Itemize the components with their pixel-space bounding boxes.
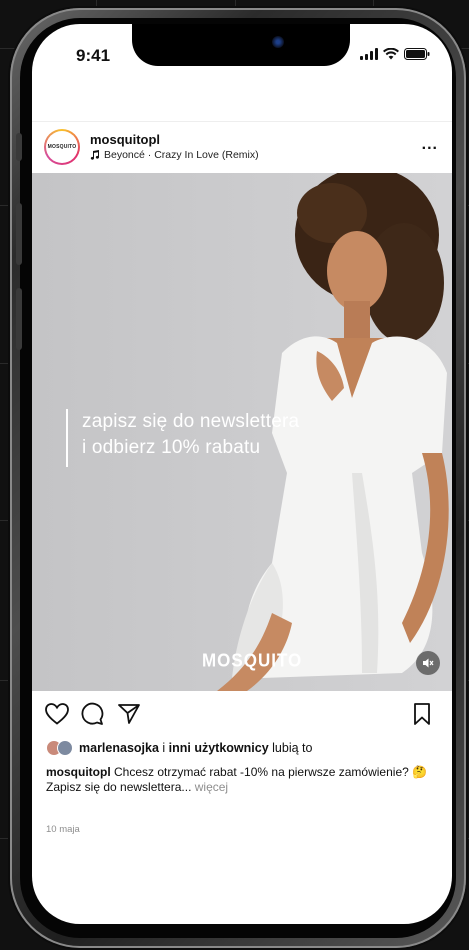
caption-text: Chcesz otrzymać rabat -10% na pierwsze z… [110, 765, 428, 779]
caption-line2: Zapisz się do newslettera... [46, 780, 192, 794]
mute-switch [16, 133, 22, 161]
overlay-subline: i odbierz 10% rabatu [82, 437, 261, 458]
post-username[interactable]: mosquitopl [90, 132, 160, 147]
notch [132, 24, 350, 66]
liker-username[interactable]: marlenasojka [79, 741, 159, 755]
comment-icon[interactable] [80, 702, 104, 726]
caption-username[interactable]: mosquitopl [46, 765, 111, 779]
battery-icon [404, 48, 430, 60]
music-note-icon [90, 150, 100, 160]
status-time: 9:41 [76, 46, 111, 65]
mute-icon [423, 658, 434, 668]
likes-row[interactable]: marlenasojka i inni użytkownicy lubią to [46, 740, 312, 756]
status-icons [360, 48, 430, 60]
brand-watermark: MOSQUITO [202, 650, 303, 671]
bookmark-icon[interactable] [412, 702, 432, 726]
post-date: 10 maja [46, 824, 80, 835]
post-media[interactable]: zapisz się do newslettera i odbierz 10% … [32, 173, 452, 691]
likes-others-link[interactable]: inni użytkownicy [169, 741, 269, 755]
overlay-divider [66, 409, 68, 467]
likes-suffix: lubią to [268, 741, 313, 755]
wifi-icon [383, 48, 399, 60]
phone-screen: 9:41 MOSQUITO mosquitopl Beyoncé · Crazy… [32, 24, 452, 924]
front-camera [272, 36, 284, 48]
signal-icon [360, 48, 378, 60]
liker-avatars [46, 740, 73, 756]
post-header: MOSQUITO mosquitopl Beyoncé · Crazy In L… [32, 121, 452, 171]
music-track[interactable]: Beyoncé · Crazy In Love (Remix) [90, 149, 259, 161]
mute-button[interactable] [416, 651, 440, 675]
music-label: Beyoncé · Crazy In Love (Remix) [104, 149, 259, 161]
overlay-headline: zapisz się do newslettera [82, 411, 300, 432]
volume-up-button [16, 203, 22, 265]
caption-more-link[interactable]: więcej [191, 780, 228, 794]
post-caption: mosquitopl Chcesz otrzymać rabat -10% na… [46, 765, 441, 795]
post-actions [32, 702, 452, 732]
more-options-button[interactable]: ... [422, 136, 438, 154]
avatar-logo: MOSQUITO [46, 131, 78, 163]
likes-text: marlenasojka i inni użytkownicy lubią to [79, 741, 312, 755]
avatar[interactable]: MOSQUITO [44, 129, 80, 165]
heart-icon[interactable] [44, 702, 70, 726]
volume-down-button [16, 288, 22, 350]
likes-connector: i [158, 741, 169, 755]
share-icon[interactable] [117, 702, 141, 726]
liker-avatar [57, 740, 73, 756]
